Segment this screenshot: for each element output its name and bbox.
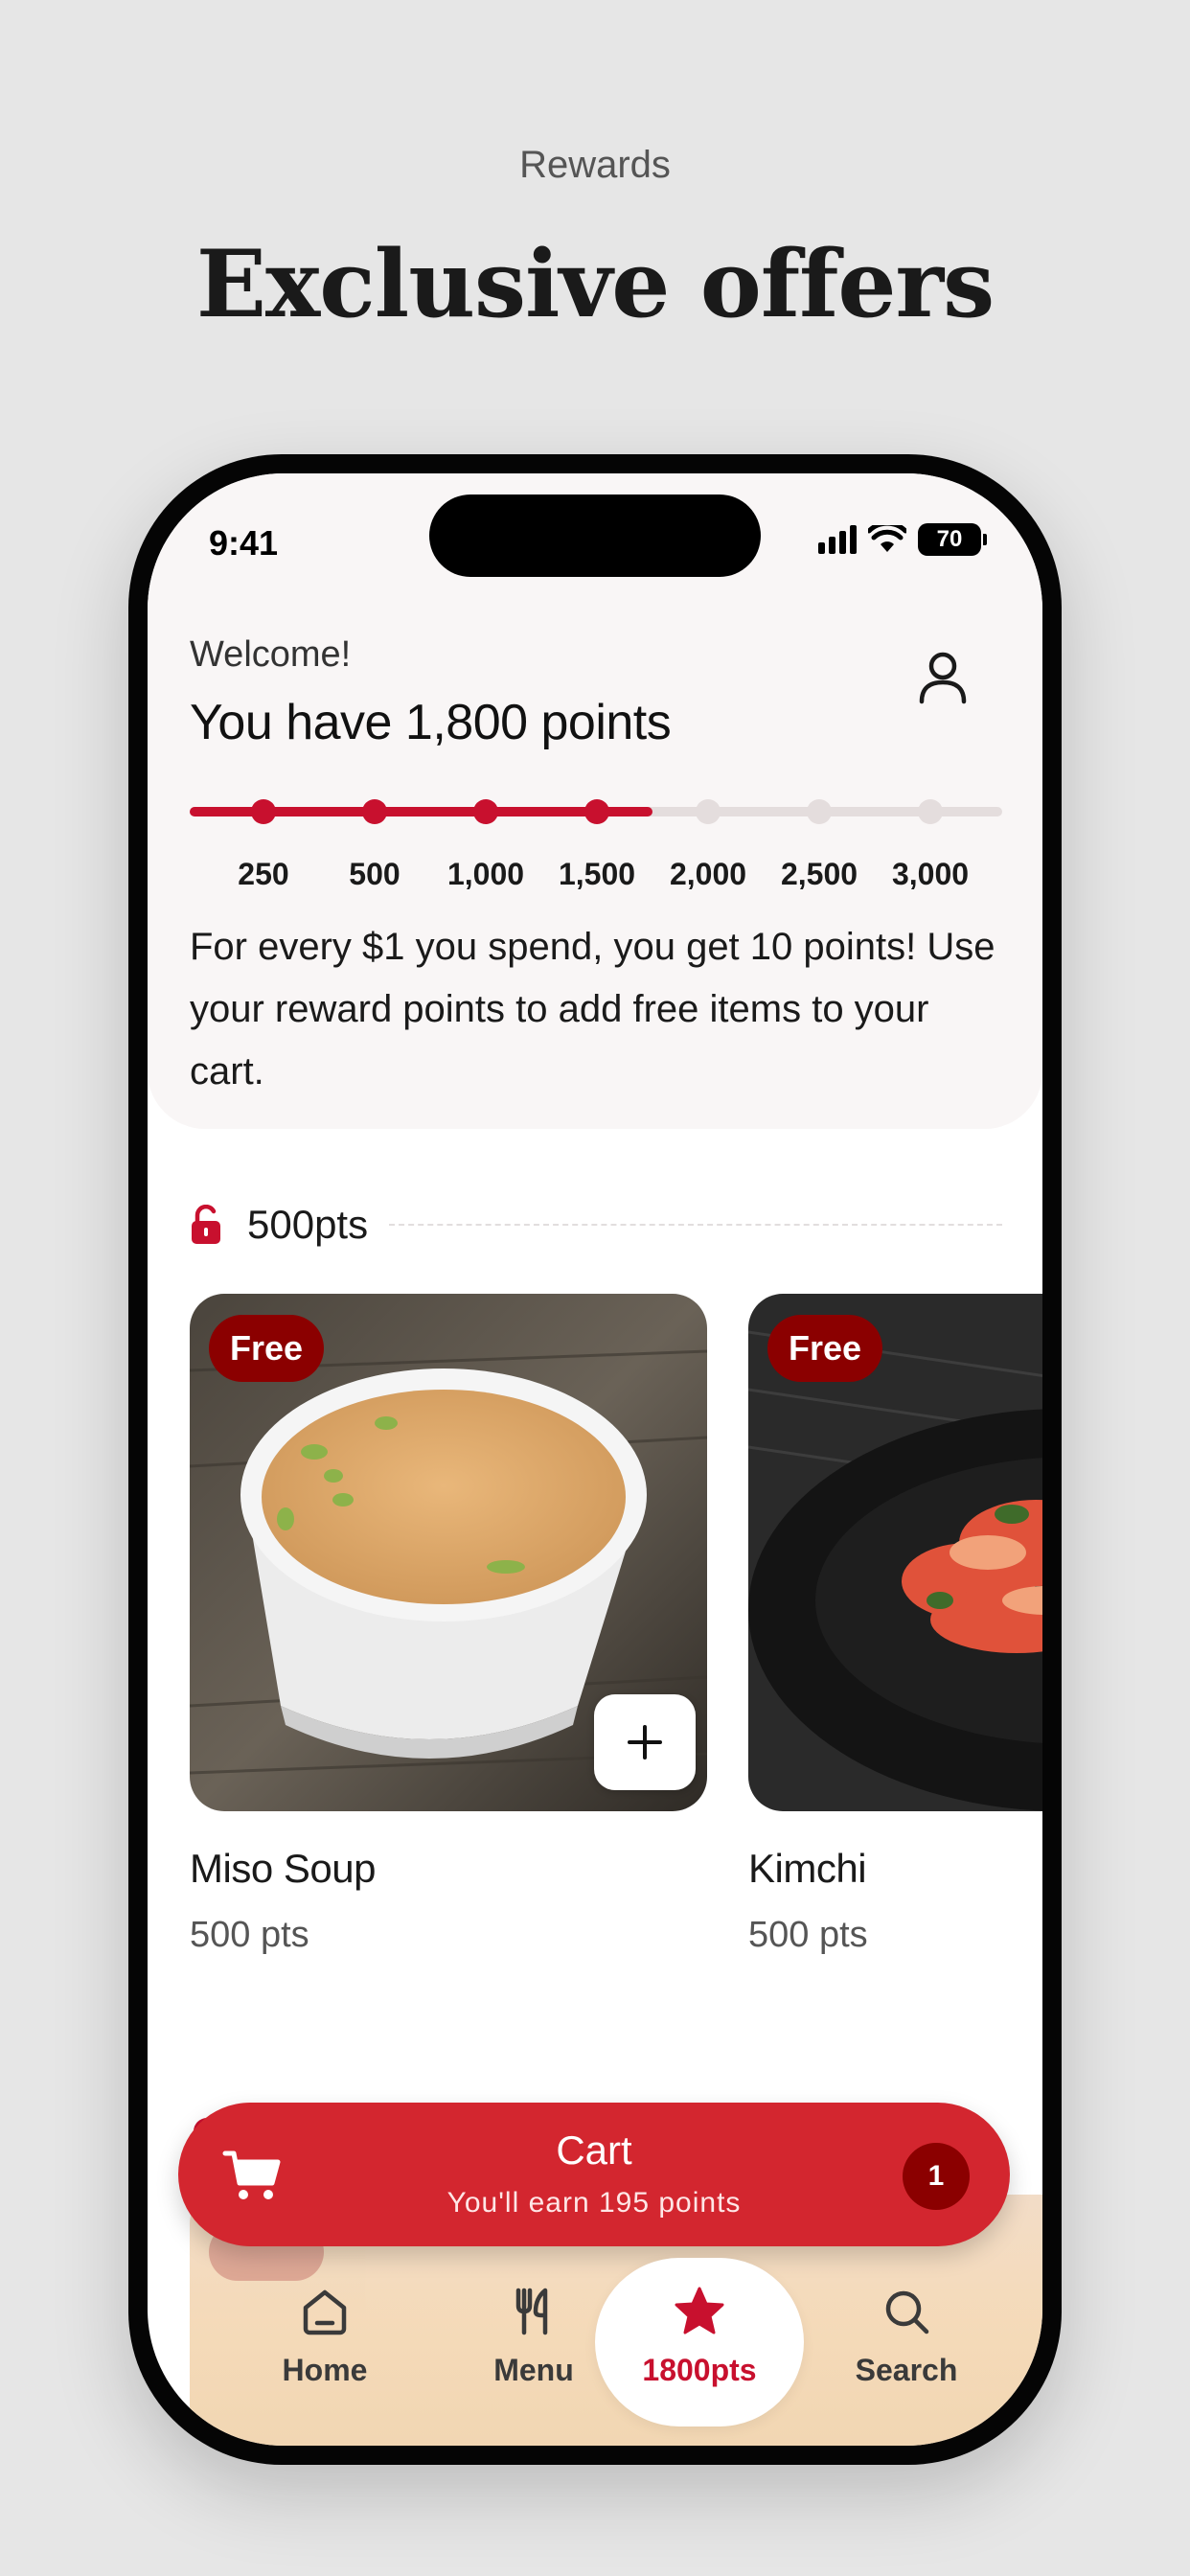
unlock-icon [192, 1205, 220, 1244]
milestone-dot [696, 799, 721, 824]
app-screen: 9:41 70 Welcome! You have 1,800 points F… [148, 473, 1042, 2446]
points-progress-bar [190, 799, 1002, 824]
item-name: Kimchi [748, 1846, 867, 1891]
tab-label: 1800pts [642, 2353, 757, 2387]
promo-subtitle: Rewards [519, 144, 671, 186]
tab-rewards[interactable]: 1800pts [595, 2258, 804, 2426]
add-to-cart-button[interactable] [594, 1694, 696, 1790]
points-balance: You have 1,800 points [190, 695, 672, 750]
tab-label: Search [855, 2353, 958, 2387]
status-time: 9:41 [209, 523, 279, 563]
home-icon [303, 2289, 347, 2335]
milestone-dot [584, 799, 609, 824]
free-badge: Free [209, 1315, 325, 1382]
tier-header: 500pts [190, 1198, 1002, 1252]
milestone-dot [251, 799, 276, 824]
rewards-description: For every $1 you spend, you get 10 point… [190, 926, 995, 1092]
tab-bar: Home Menu 1800pts Search [148, 2258, 1042, 2446]
reward-card-miso-soup[interactable]: Free Miso Soup 500 pts [190, 1294, 707, 1956]
reward-card-kimchi[interactable]: Free Kimchi 500 pts [748, 1294, 1042, 1956]
tier-divider [389, 1224, 1002, 1226]
star-icon [675, 2287, 724, 2334]
phone-frame: 9:41 70 Welcome! You have 1,800 points F… [128, 454, 1062, 2465]
tier-label: 500pts [247, 1202, 369, 1247]
welcome-text: Welcome! [190, 634, 352, 675]
tab-search[interactable]: Search [802, 2258, 1011, 2426]
search-icon [885, 2290, 929, 2334]
milestone-label: 3,000 [891, 857, 970, 891]
kimchi-photo: Free [748, 1294, 1042, 1811]
milestone-dot [918, 799, 943, 824]
cart-count-badge: 1 [903, 2143, 970, 2210]
free-badge: Free [767, 1315, 883, 1382]
wifi-icon [868, 525, 906, 552]
tab-home[interactable]: Home [220, 2258, 429, 2426]
fork-knife-icon [515, 2288, 548, 2335]
dynamic-island [429, 494, 761, 577]
battery-icon: 70 [918, 523, 987, 556]
cart-title: Cart [556, 2128, 632, 2173]
item-name: Miso Soup [190, 1846, 376, 1891]
miso-soup-photo: Free [190, 1294, 707, 1811]
status-icons: 70 [818, 523, 987, 556]
item-price: 500 pts [190, 1915, 309, 1955]
profile-icon[interactable] [914, 648, 972, 705]
milestone-dot [473, 799, 498, 824]
promo-title: Exclusive offers [195, 230, 995, 338]
cart-earn-text: You'll earn 195 points [446, 2187, 742, 2219]
milestone-dot [807, 799, 832, 824]
rewards-hero: 9:41 70 Welcome! You have 1,800 points F… [148, 473, 1042, 1129]
item-price: 500 pts [748, 1915, 868, 1955]
milestone-dot [362, 799, 387, 824]
plus-icon [628, 1725, 662, 1760]
signal-icon [818, 525, 857, 554]
cart-button[interactable]: Cart You'll earn 195 points 1 [178, 2103, 1010, 2246]
tab-label: Home [282, 2353, 368, 2387]
